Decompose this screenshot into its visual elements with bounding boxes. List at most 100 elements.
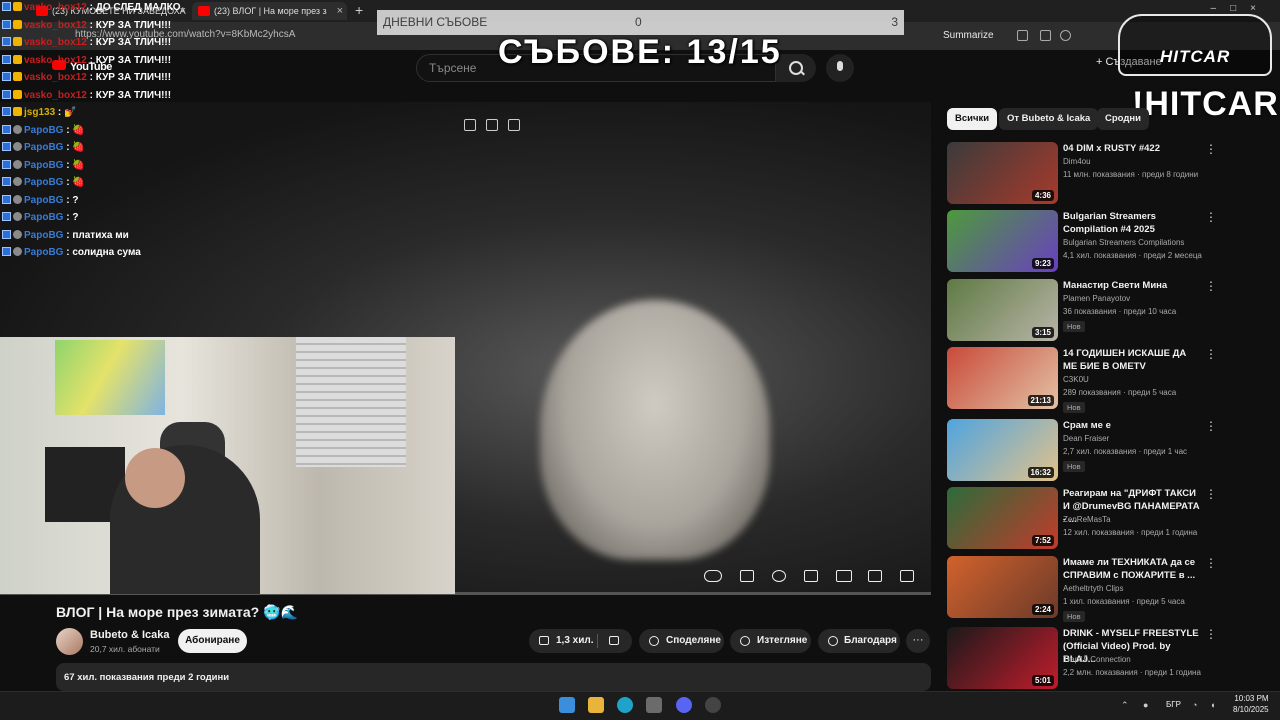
platform-badge-icon: [2, 54, 11, 64]
recommended-channel[interactable]: ZenReMasTa: [1063, 515, 1111, 524]
video-thumbnail[interactable]: 21:13: [947, 347, 1058, 409]
more-options-icon[interactable]: ⋮: [1205, 142, 1217, 156]
microphone-tray-icon[interactable]: ●: [1143, 700, 1148, 710]
new-badge: Нов: [1063, 321, 1085, 332]
volume-icon[interactable]: ◖: [1210, 700, 1215, 710]
user-badge-icon: [13, 229, 22, 239]
more-options-icon[interactable]: ⋮: [1205, 279, 1217, 293]
recommended-video[interactable]: 2:24 Имаме ли ТЕХНИКАТА да се СПРАВИМ с П…: [947, 556, 1267, 622]
more-options-icon[interactable]: ⋮: [1205, 627, 1217, 641]
thumbs-down-icon[interactable]: [609, 636, 619, 645]
more-options-icon[interactable]: ⋮: [1205, 210, 1217, 224]
network-icon[interactable]: ◔: [1192, 700, 1197, 710]
windows-start-icon[interactable]: [559, 697, 575, 713]
obs-icon[interactable]: [705, 697, 721, 713]
subtitles-icon[interactable]: [740, 570, 754, 582]
store-icon[interactable]: [646, 697, 662, 713]
recommended-channel[interactable]: Trap19 Connection: [1063, 655, 1131, 664]
recommended-video[interactable]: 3:15 Манастир Свети Мина Plamen Panayotov 3…: [947, 279, 1267, 343]
cast-icon[interactable]: [868, 570, 882, 582]
discord-icon[interactable]: [676, 697, 692, 713]
description-box[interactable]: 67 хил. показвания преди 2 години: [56, 663, 931, 691]
recommended-title[interactable]: Манастир Свети Мина: [1063, 279, 1203, 292]
recommended-video[interactable]: 5:01 DRINK - MYSELF FREESTYLE (Official V…: [947, 627, 1267, 691]
thumbs-up-icon[interactable]: [539, 636, 549, 645]
pip-icon[interactable]: [486, 119, 498, 131]
fullscreen-icon[interactable]: [900, 570, 914, 582]
new-tab-icon[interactable]: +: [355, 2, 363, 18]
like-count[interactable]: 1,3 хил.: [556, 629, 594, 653]
language-indicator[interactable]: БГР: [1166, 700, 1181, 709]
video-thumbnail[interactable]: 16:32: [947, 419, 1058, 481]
thanks-button[interactable]: Благодаря: [818, 629, 900, 653]
more-options-icon[interactable]: ⋮: [1205, 556, 1217, 570]
chat-text: платиха ми: [72, 229, 129, 241]
download-button[interactable]: Изтегляне: [730, 629, 811, 653]
recommended-channel[interactable]: C3K0U: [1063, 375, 1089, 384]
channel-name[interactable]: Bubeto & Icaka: [90, 629, 169, 641]
file-explorer-icon[interactable]: [588, 697, 604, 713]
recommended-meta: 289 показвания · преди 5 часа: [1063, 388, 1177, 397]
mic-icon[interactable]: [826, 54, 854, 82]
more-options-icon[interactable]: ⋮: [1205, 487, 1217, 501]
more-options-icon[interactable]: ⋮: [1205, 419, 1217, 433]
webcam-wall-painting: [55, 340, 165, 415]
recommended-title[interactable]: 14 ГОДИШЕН ИСКАШЕ ДА МЕ БИЕ В OMETV: [1063, 347, 1203, 373]
chip-related[interactable]: Сродни: [1097, 108, 1149, 130]
chat-separator: :: [86, 72, 96, 83]
recommended-video[interactable]: 4:36 04 DIM x RUSTY #422 Dim4ou 11 млн. пок…: [947, 142, 1267, 206]
channel-avatar[interactable]: [56, 628, 83, 655]
edge-browser-icon[interactable]: [617, 697, 633, 713]
chip-from-channel[interactable]: От Bubeto & Icaka: [999, 108, 1099, 130]
recommended-title[interactable]: Имаме ли ТЕХНИКАТА да се СПРАВИМ с ПОЖАР…: [1063, 556, 1203, 582]
chat-message: vasko_box12 : КУР ЗА ТЛИЧ!!!: [2, 88, 171, 104]
subscribe-button[interactable]: Абониране: [178, 629, 247, 653]
recommended-title[interactable]: Срам ме е: [1063, 419, 1203, 432]
chat-text: ?: [72, 194, 79, 206]
tray-chevron-icon[interactable]: ⌃: [1121, 700, 1129, 711]
video-thumbnail[interactable]: 3:15: [947, 279, 1058, 341]
favorite-star-icon[interactable]: [1060, 30, 1071, 41]
system-clock[interactable]: 10:03 PM 8/10/2025: [1233, 693, 1269, 715]
split-view-icon[interactable]: [1040, 30, 1051, 41]
chat-username: PapoBG: [24, 159, 64, 171]
video-thumbnail[interactable]: 5:01: [947, 627, 1058, 689]
extension-icon[interactable]: [1017, 30, 1028, 41]
chip-all[interactable]: Всички: [947, 108, 998, 130]
miniplayer-icon[interactable]: [464, 119, 476, 131]
recommended-video[interactable]: 9:23 Bulgarian Streamers Compilation #4 2…: [947, 210, 1267, 274]
summarize-button[interactable]: Summarize: [943, 30, 994, 41]
video-thumbnail[interactable]: 9:23: [947, 210, 1058, 272]
video-thumbnail[interactable]: 7:52: [947, 487, 1058, 549]
theater-mode-icon[interactable]: [836, 570, 852, 582]
notes-icon[interactable]: [508, 119, 520, 131]
recommended-title[interactable]: Bulgarian Streamers Compilation #4 2025: [1063, 210, 1203, 236]
recommended-channel[interactable]: Bulgarian Streamers Compilations: [1063, 238, 1184, 247]
recommended-channel[interactable]: Aetheltrtyth Clips: [1063, 584, 1123, 593]
settings-gear-icon[interactable]: [772, 570, 786, 582]
recommended-channel[interactable]: Dean Fraiser: [1063, 434, 1109, 443]
thanks-label: Благодаря: [844, 635, 897, 646]
recommended-title[interactable]: 04 DIM x RUSTY #422: [1063, 142, 1203, 155]
search-icon[interactable]: [776, 54, 816, 82]
platform-badge-icon: [2, 142, 11, 151]
autoplay-toggle-icon[interactable]: [704, 570, 722, 582]
video-thumbnail[interactable]: 4:36: [947, 142, 1058, 204]
more-options-icon[interactable]: ⋮: [1205, 347, 1217, 361]
video-thumbnail[interactable]: 2:24: [947, 556, 1058, 618]
recommended-video[interactable]: 21:13 14 ГОДИШЕН ИСКАШЕ ДА МЕ БИЕ В OMETV…: [947, 347, 1267, 413]
video-duration: 9:23: [1031, 258, 1054, 269]
recommended-video[interactable]: 7:52 Реагирам на "ДРИФТ ТАКСИ И @DrumevBG…: [947, 487, 1267, 551]
window-controls[interactable]: –□×: [1211, 3, 1270, 14]
user-badge-icon: [13, 212, 22, 221]
counter-right: 3: [891, 15, 898, 29]
chat-separator: :: [63, 229, 73, 241]
close-tab-icon[interactable]: ×: [337, 2, 343, 20]
platform-badge-icon: [2, 124, 11, 134]
recommended-channel[interactable]: Plamen Panayotov: [1063, 294, 1130, 303]
recommended-channel[interactable]: Dim4ou: [1063, 157, 1091, 166]
more-actions-icon[interactable]: ···: [906, 629, 930, 653]
recommended-video[interactable]: 16:32 Срам ме е Dean Fraiser 2,7 хил. показ…: [947, 419, 1267, 483]
miniplayer-icon[interactable]: [804, 570, 818, 582]
share-button[interactable]: Споделяне: [639, 629, 724, 653]
